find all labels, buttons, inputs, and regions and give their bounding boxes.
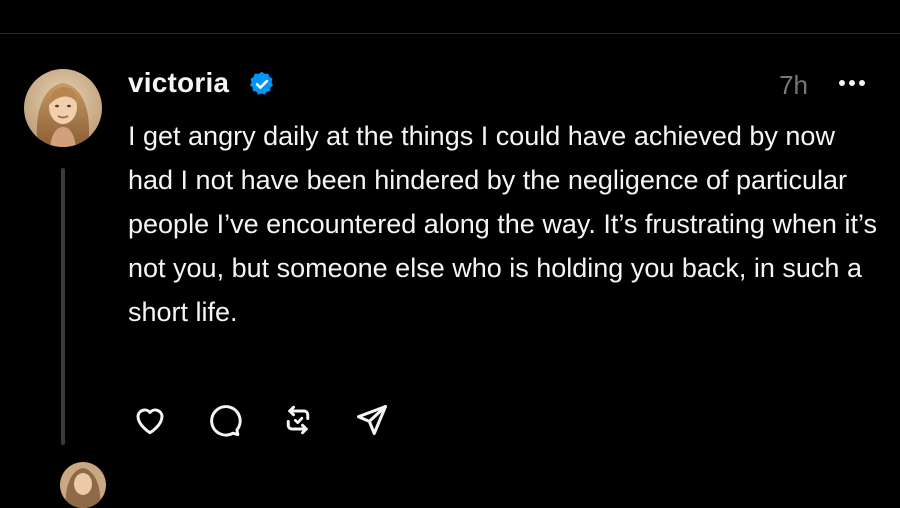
timestamp: 7h bbox=[779, 70, 808, 100]
verified-badge-icon bbox=[248, 70, 276, 98]
avatar-image bbox=[24, 69, 102, 147]
avatar[interactable] bbox=[24, 69, 102, 147]
heart-icon bbox=[131, 402, 169, 443]
more-horizontal-icon[interactable] bbox=[834, 68, 870, 98]
top-divider bbox=[0, 33, 900, 34]
username[interactable]: victoria bbox=[128, 67, 229, 99]
comment-icon bbox=[206, 402, 242, 443]
send-icon bbox=[354, 402, 390, 443]
like-button[interactable] bbox=[128, 400, 172, 444]
next-post-avatar[interactable] bbox=[60, 462, 106, 508]
post-text: I get angry daily at the things I could … bbox=[128, 121, 877, 327]
thread-line bbox=[61, 168, 65, 445]
reply-button[interactable] bbox=[202, 400, 246, 444]
repost-button[interactable] bbox=[276, 400, 320, 444]
repost-icon bbox=[280, 402, 316, 443]
next-post-avatar-image bbox=[60, 462, 106, 508]
share-button[interactable] bbox=[350, 400, 394, 444]
post-header: victoria 7h bbox=[128, 64, 870, 104]
